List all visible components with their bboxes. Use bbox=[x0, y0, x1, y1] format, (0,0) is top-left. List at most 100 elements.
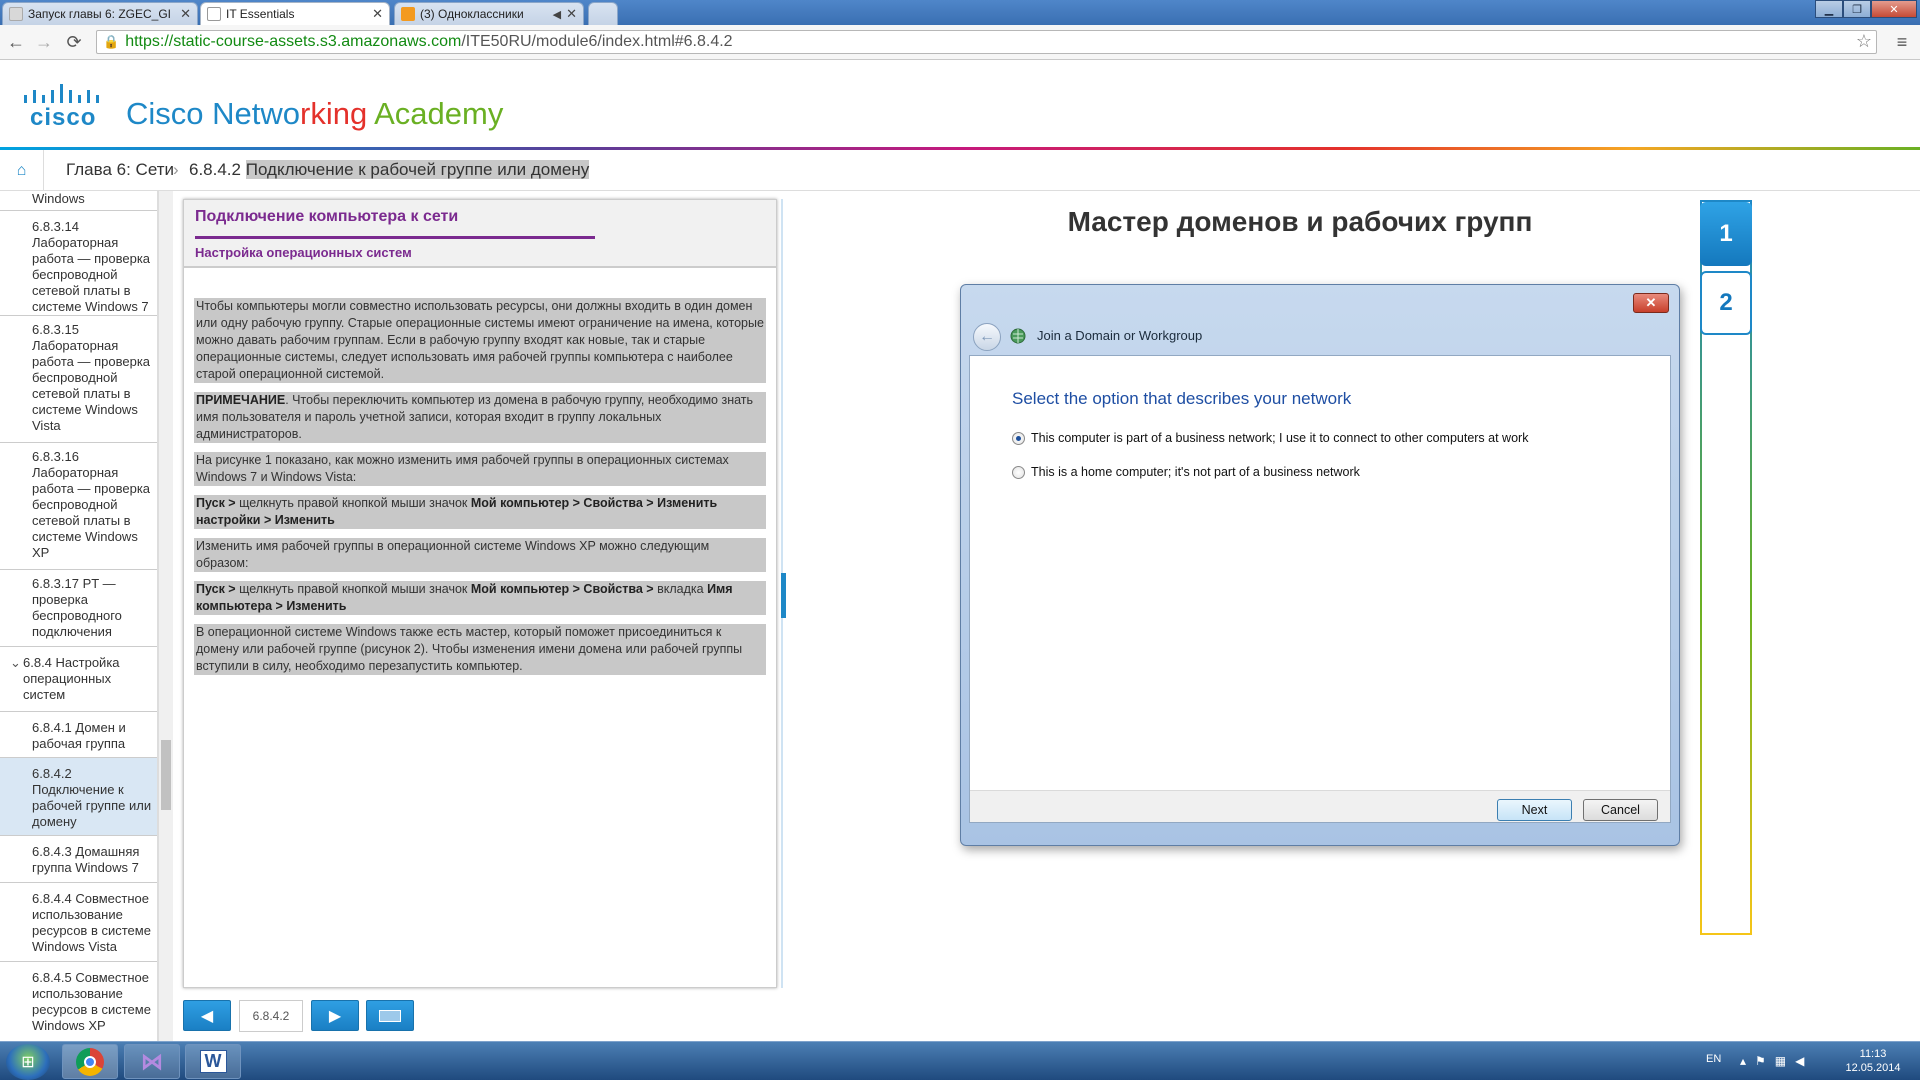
path-text: щелкнуть правой кнопкой мыши значок bbox=[235, 582, 471, 596]
path-text: вкладка bbox=[653, 582, 708, 596]
sidebar-item[interactable]: 6.8.4.1 Домен и рабочая группа bbox=[0, 712, 157, 758]
fullscreen-button[interactable] bbox=[366, 1000, 414, 1031]
address-bar[interactable]: 🔒 https://static-course-assets.s3.amazon… bbox=[96, 30, 1877, 54]
menu-icon[interactable]: ≡ bbox=[1890, 31, 1914, 53]
sidebar-section-label: 6.8.4 Настройка операционных систем bbox=[23, 655, 120, 702]
back-icon[interactable]: ← bbox=[4, 31, 28, 53]
note-label: ПРИМЕЧАНИЕ bbox=[196, 393, 286, 407]
back-arrow-icon[interactable]: ← bbox=[973, 323, 1001, 351]
clock-time: 11:13 bbox=[1859, 1048, 1887, 1060]
slide-title: Мастер доменов и рабочих групп bbox=[1067, 206, 1533, 237]
mute-icon[interactable]: ◀ bbox=[553, 8, 561, 21]
section-number: 6.8.4.2 bbox=[189, 160, 241, 179]
cisco-logo-icon bbox=[24, 84, 99, 103]
flag-icon[interactable]: ⚑ bbox=[1755, 1054, 1775, 1068]
sidebar-item[interactable]: 6.8.4.5 Совместное использование ресурсо… bbox=[0, 962, 157, 1041]
volume-icon[interactable]: ◀ bbox=[1795, 1054, 1813, 1068]
forward-icon[interactable]: → bbox=[32, 31, 56, 53]
url-text: https://static-course-assets.s3.amazonaw… bbox=[125, 33, 732, 51]
panel-resize-handle[interactable] bbox=[781, 573, 786, 618]
sidebar-section[interactable]: ⌄ 6.8.4 Настройка операционных систем bbox=[0, 647, 157, 712]
window-close-icon[interactable]: ✕ bbox=[1871, 0, 1917, 18]
panel-subtitle: Настройка операционных систем bbox=[195, 245, 412, 260]
breadcrumb-current: 6.8.4.2 Подключение к рабочей группе или… bbox=[189, 160, 590, 180]
sidebar-item[interactable]: 6.8.3.14 Лабораторная работа — проверка … bbox=[0, 211, 157, 316]
step-tab-2[interactable]: 2 bbox=[1700, 271, 1752, 335]
minimize-icon[interactable]: ▁ bbox=[1815, 0, 1843, 18]
breadcrumb-chapter[interactable]: Глава 6: Сети bbox=[66, 160, 174, 180]
clock[interactable]: 11:13 12.05.2014 bbox=[1838, 1047, 1908, 1075]
tab-title: Запуск главы 6: ZGEC_GI bbox=[28, 7, 172, 21]
breadcrumb: ⌂ Глава 6: Сети › 6.8.4.2 Подключение к … bbox=[0, 150, 1920, 191]
sidebar-item-selected[interactable]: 6.8.4.2 Подключение к рабочей группе или… bbox=[0, 758, 157, 836]
title-part: Cisco Netwo bbox=[126, 96, 300, 131]
network-globe-icon bbox=[1010, 328, 1026, 344]
panel-header: Подключение компьютера к сети Настройка … bbox=[184, 200, 776, 268]
academy-title[interactable]: Cisco Networking Academy bbox=[126, 96, 503, 132]
radio-empty-icon[interactable] bbox=[1012, 466, 1025, 479]
paragraph: В операционной системе Windows также ест… bbox=[194, 624, 766, 675]
system-tray-icons[interactable]: ▴⚑▦◀ bbox=[1740, 1054, 1813, 1068]
option-home-computer[interactable]: This is a home computer; it's not part o… bbox=[1012, 464, 1552, 481]
arrow-left-icon: ◀ bbox=[200, 1007, 214, 1025]
browser-tab[interactable]: Запуск главы 6: ZGEC_GI ✕ bbox=[2, 2, 198, 25]
option-label: This computer is part of a business netw… bbox=[1031, 431, 1529, 445]
step-tab-1[interactable]: 1 bbox=[1700, 202, 1752, 266]
cancel-button[interactable]: Cancel bbox=[1583, 799, 1658, 821]
path-step: Пуск > bbox=[196, 496, 236, 510]
sidebar-item[interactable]: 6.8.3.17 PT — проверка беспроводного под… bbox=[0, 570, 157, 647]
browser-toolbar: ← → ⟳ 🔒 https://static-course-assets.s3.… bbox=[0, 25, 1920, 60]
close-icon[interactable]: ✕ bbox=[1633, 293, 1669, 313]
sidebar-item[interactable]: Windows bbox=[0, 191, 157, 211]
panel-body: Чтобы компьютеры могли совместно использ… bbox=[194, 298, 766, 684]
word-icon: W bbox=[199, 1050, 227, 1073]
new-tab-button[interactable] bbox=[588, 2, 618, 25]
paragraph: Изменить имя рабочей группы в операционн… bbox=[194, 538, 766, 572]
close-tab-icon[interactable]: ✕ bbox=[180, 6, 191, 22]
show-hidden-icon[interactable]: ▴ bbox=[1740, 1054, 1755, 1068]
clock-date: 12.05.2014 bbox=[1845, 1062, 1901, 1074]
next-page-button[interactable]: ▶ bbox=[311, 1000, 359, 1031]
sidebar-item[interactable]: 6.8.3.15 Лабораторная работа — проверка … bbox=[0, 316, 157, 443]
sidebar-item[interactable]: 6.8.4.4 Совместное использование ресурсо… bbox=[0, 883, 157, 962]
sidebar-item[interactable]: 6.8.4.3 Домашняя группа Windows 7 bbox=[0, 836, 157, 883]
radio-selected-icon[interactable] bbox=[1012, 432, 1025, 445]
option-label: This is a home computer; it's not part o… bbox=[1031, 465, 1360, 479]
ok-icon bbox=[401, 7, 415, 21]
chevron-right-icon: › bbox=[173, 160, 179, 179]
network-icon[interactable]: ▦ bbox=[1775, 1054, 1795, 1068]
url-path: /ITE50RU/module6/index.html#6.8.4.2 bbox=[461, 33, 733, 50]
home-icon[interactable]: ⌂ bbox=[0, 150, 44, 191]
reload-icon[interactable]: ⟳ bbox=[62, 31, 86, 53]
prev-page-button[interactable]: ◀ bbox=[183, 1000, 231, 1031]
tab-title: IT Essentials bbox=[226, 7, 295, 21]
cisco-logo-text: cisco bbox=[30, 104, 97, 131]
bookmark-star-icon[interactable]: ☆ bbox=[1856, 31, 1872, 52]
visual-studio-icon: ⋈ bbox=[141, 1048, 163, 1074]
close-tab-icon[interactable]: ✕ bbox=[566, 6, 577, 22]
wizard-window: ✕ ← Join a Domain or Workgroup Select th… bbox=[960, 284, 1680, 846]
browser-tab[interactable]: (3) Одноклассники ◀ ✕ bbox=[394, 2, 584, 25]
wizard-content: Select the option that describes your ne… bbox=[969, 355, 1671, 823]
close-tab-icon[interactable]: ✕ bbox=[372, 6, 383, 22]
section-title: Подключение к рабочей группе или домену bbox=[245, 160, 590, 179]
screen-icon bbox=[379, 1009, 401, 1022]
sidebar-scrollbar[interactable] bbox=[158, 191, 173, 1041]
visual-studio-taskbar-icon[interactable]: ⋈ bbox=[124, 1044, 180, 1079]
restore-icon[interactable]: ❐ bbox=[1843, 0, 1871, 18]
panel-title: Подключение компьютера к сети bbox=[195, 208, 459, 225]
next-button[interactable]: Next bbox=[1497, 799, 1572, 821]
sidebar-scroll-thumb[interactable] bbox=[161, 740, 171, 810]
chrome-taskbar-icon[interactable] bbox=[62, 1044, 118, 1079]
paragraph: ПРИМЕЧАНИЕ. Чтобы переключить компьютер … bbox=[194, 392, 766, 443]
sidebar-item[interactable]: 6.8.3.16 Лабораторная работа — проверка … bbox=[0, 443, 157, 570]
start-button[interactable]: ⊞ bbox=[6, 1044, 50, 1080]
option-business-network[interactable]: This computer is part of a business netw… bbox=[1012, 430, 1552, 447]
language-indicator[interactable]: EN bbox=[1706, 1053, 1721, 1065]
paragraph: Чтобы компьютеры могли совместно использ… bbox=[194, 298, 766, 383]
word-taskbar-icon[interactable]: W bbox=[185, 1044, 241, 1079]
google-doc-icon bbox=[9, 7, 23, 21]
page-icon bbox=[207, 7, 221, 21]
path-step: Мой компьютер > Свойства > bbox=[470, 582, 654, 596]
browser-tab-active[interactable]: IT Essentials ✕ bbox=[200, 2, 390, 25]
